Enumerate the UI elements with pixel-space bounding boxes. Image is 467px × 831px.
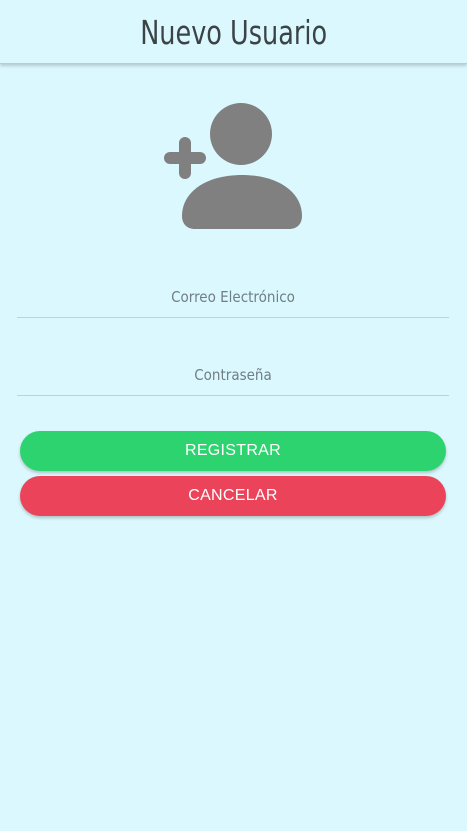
register-button[interactable]: REGISTRAR	[20, 431, 446, 471]
email-input[interactable]	[17, 277, 449, 317]
cancel-button[interactable]: CANCELAR	[20, 476, 446, 516]
person-add-icon	[162, 100, 304, 232]
app-header: Nuevo Usuario	[0, 0, 467, 64]
password-field[interactable]	[17, 355, 449, 396]
password-input[interactable]	[17, 355, 449, 395]
page-title: Nuevo Usuario	[140, 13, 327, 52]
email-field[interactable]	[17, 277, 449, 318]
